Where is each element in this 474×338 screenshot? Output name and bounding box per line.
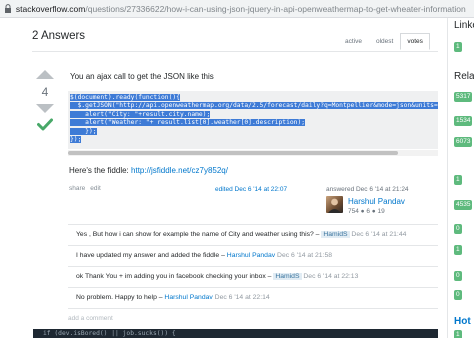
url-domain: stackoverflow.com <box>15 3 86 14</box>
avatar[interactable] <box>326 196 343 213</box>
comments-list: Yes , But how i can show for example the… <box>68 224 438 322</box>
related-score-badge[interactable]: 6073 <box>454 137 473 147</box>
user-name-link[interactable]: Harshul Pandav <box>348 197 405 206</box>
add-comment-link[interactable]: add a comment <box>68 308 438 322</box>
related-score-badge[interactable]: 0 <box>454 271 462 281</box>
comment-item: Yes , But how i can show for example the… <box>68 224 438 245</box>
code-block[interactable]: $(document).ready(function(){ $.getJSON(… <box>68 91 438 149</box>
browser-address-bar[interactable]: stackoverflow.com/questions/27336622/how… <box>0 0 474 18</box>
next-answer-code-block: if (dev.isBored() || job.sucks()) { <box>33 329 438 338</box>
url-text[interactable]: stackoverflow.com/questions/27336622/how… <box>16 4 474 14</box>
code-line: }); <box>70 127 97 135</box>
related-score-badge[interactable]: 1534 <box>454 116 473 126</box>
related-score-badge[interactable]: 0 <box>454 290 462 300</box>
upvote-arrow-icon[interactable] <box>36 70 54 79</box>
url-path: /questions/27336622/how-i-can-using-json… <box>85 3 466 14</box>
share-link[interactable]: share <box>69 185 85 192</box>
linked-score-badge[interactable]: 1 <box>454 42 462 52</box>
hot-questions-heading[interactable]: Hot <box>454 316 471 327</box>
comment-user-link[interactable]: Harshul Pandav <box>227 252 275 259</box>
related-score-badge[interactable]: 1 <box>454 245 462 255</box>
comment-item: I have updated my answer and added the f… <box>68 245 438 266</box>
edited-timestamp-link[interactable]: edited Dec 6 '14 at 22:07 <box>215 186 287 193</box>
related-score-badge[interactable]: 1 <box>454 175 462 185</box>
hot-score-badge[interactable]: 1 <box>454 330 462 338</box>
code-line: }); <box>70 136 82 144</box>
comment-user-link[interactable]: Harshul Pandav <box>164 294 212 301</box>
code-line: alert("Weather: "+ result.list[0].weathe… <box>70 119 306 127</box>
code-line: $(document).ready(function(){ <box>70 94 180 101</box>
comment-date[interactable]: Dec 6 '14 at 22:13 <box>302 273 358 280</box>
comment-item: No problem. Happy to help – Harshul Pand… <box>68 287 438 308</box>
code-line: if (dev.isBored() || job.sucks()) { <box>43 330 176 337</box>
linked-heading: Linke <box>454 20 474 31</box>
fiddle-link[interactable]: http://jsfiddle.net/cz7y852q/ <box>131 166 228 175</box>
fiddle-line: Here's the fiddle: http://jsfiddle.net/c… <box>69 166 228 175</box>
answer-intro-text: You an ajax call to get the JSON like th… <box>70 72 214 81</box>
vote-count: 4 <box>41 85 49 99</box>
comment-date[interactable]: Dec 6 '14 at 22:14 <box>213 294 270 301</box>
header-divider <box>32 51 438 52</box>
sidebar-divider <box>447 18 448 338</box>
comment-item: ok Thank You + im adding you in facebook… <box>68 266 438 287</box>
downvote-arrow-icon[interactable] <box>36 104 54 113</box>
comment-date[interactable]: Dec 6 '14 at 21:58 <box>275 252 332 259</box>
user-reputation: 754 ● 6 ● 19 <box>348 208 385 215</box>
code-horizontal-scrollbar[interactable] <box>68 150 438 156</box>
vote-cell: 4 <box>33 70 57 133</box>
post-menu: share edit <box>69 185 106 192</box>
lock-icon <box>4 4 13 13</box>
tab-oldest[interactable]: oldest <box>369 33 400 50</box>
scrollbar-thumb[interactable] <box>68 151 398 155</box>
related-heading: Rela <box>454 71 474 82</box>
comment-date[interactable]: Dec 6 '14 at 21:44 <box>350 231 406 238</box>
code-line: $.getJSON("http://api.openweathermap.org… <box>70 102 438 110</box>
comment-user-link[interactable]: HamidS <box>321 231 350 238</box>
related-score-badge[interactable]: 5317 <box>454 92 473 102</box>
tab-votes[interactable]: votes <box>400 33 430 50</box>
accepted-checkmark-icon <box>37 118 53 133</box>
answer-sort-tabs: active oldest votes <box>338 33 430 50</box>
code-line: alert("City: "+result.city.name); <box>70 110 211 118</box>
edit-link[interactable]: edit <box>90 185 100 192</box>
related-score-badge[interactable]: 4535 <box>454 200 473 210</box>
answers-count-heading: 2 Answers <box>32 30 86 42</box>
answered-timestamp: answered Dec 6 '14 at 21:24 <box>326 186 409 193</box>
related-score-badge[interactable]: 0 <box>454 224 462 234</box>
tab-active[interactable]: active <box>338 33 369 50</box>
comment-user-link[interactable]: HamidS <box>273 273 302 280</box>
